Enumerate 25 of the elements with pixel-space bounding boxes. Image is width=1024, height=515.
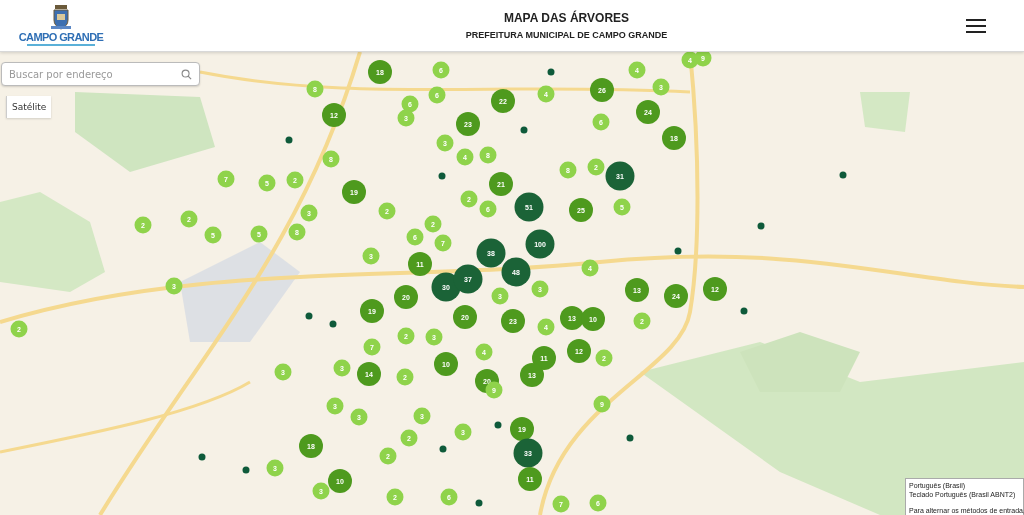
tree-point-marker[interactable] xyxy=(740,307,748,315)
page-title: MAPA DAS ÁRVORES xyxy=(503,11,630,25)
tree-point-marker[interactable] xyxy=(674,247,682,255)
coat-of-arms-icon xyxy=(51,5,71,31)
tree-point-marker[interactable] xyxy=(494,421,502,429)
tree-point-marker[interactable] xyxy=(839,171,847,179)
tree-point-marker[interactable] xyxy=(520,126,528,134)
logo-underline xyxy=(27,44,95,46)
menu-icon[interactable] xyxy=(966,17,986,34)
tree-point-marker[interactable] xyxy=(439,445,447,453)
logo-text: CAMPO GRANDE xyxy=(18,31,104,43)
tree-point-marker[interactable] xyxy=(242,466,250,474)
search-field[interactable]: Buscar por endereço xyxy=(1,62,200,86)
tree-point-marker[interactable] xyxy=(285,136,293,144)
tree-point-marker[interactable] xyxy=(547,68,555,76)
tree-point-marker[interactable] xyxy=(626,434,634,442)
tree-point-marker[interactable] xyxy=(305,312,313,320)
tree-point-marker[interactable] xyxy=(329,320,337,328)
tree-point-marker[interactable] xyxy=(757,222,765,230)
search-icon xyxy=(181,69,192,80)
satellite-button[interactable]: Satélite xyxy=(6,96,52,118)
tree-point-marker[interactable] xyxy=(438,172,446,180)
tree-point-marker[interactable] xyxy=(475,499,483,507)
tree-point-marker[interactable] xyxy=(198,453,206,461)
page-subtitle: PREFEITURA MUNICIPAL DE CAMPO GRANDE xyxy=(465,30,668,40)
